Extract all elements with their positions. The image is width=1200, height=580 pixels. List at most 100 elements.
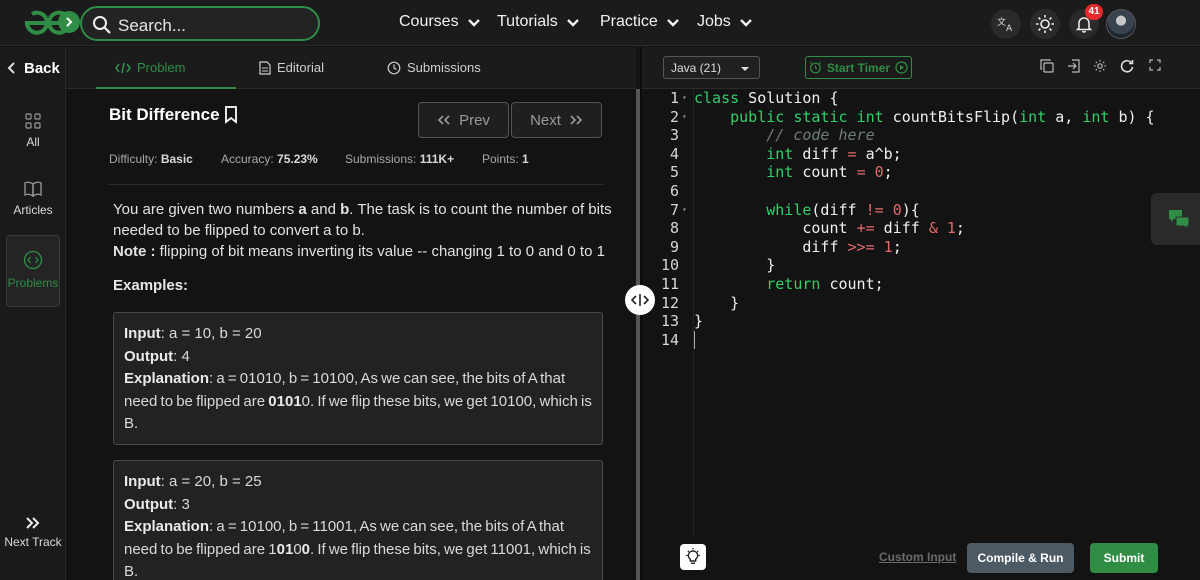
chat-button[interactable] bbox=[1151, 193, 1200, 245]
operator: & bbox=[928, 219, 938, 238]
problem-title: Bit Difference bbox=[109, 105, 238, 125]
code-token: countBitsFlip( bbox=[883, 107, 1020, 126]
rail-item-problems-label: Problems bbox=[7, 276, 59, 290]
reset-icon[interactable] bbox=[1120, 59, 1134, 73]
desc-var-a: a bbox=[298, 201, 307, 218]
code-token: a, bbox=[1046, 107, 1083, 126]
hint-button[interactable] bbox=[680, 544, 706, 570]
bookmark-icon[interactable] bbox=[224, 106, 238, 124]
compile-run-button[interactable]: Compile & Run bbox=[967, 543, 1074, 573]
fold-arrow-icon[interactable]: ▾ bbox=[682, 112, 687, 121]
user-avatar[interactable] bbox=[1106, 9, 1136, 39]
language-select[interactable]: Java (21) bbox=[663, 56, 760, 79]
keyword: while bbox=[766, 200, 812, 219]
theme-toggle-button[interactable] bbox=[1030, 9, 1060, 39]
search-box[interactable]: Search... bbox=[80, 6, 320, 41]
grid-icon bbox=[25, 113, 41, 129]
code-editor[interactable]: 1 ▾ class Solution { 2 ▾ public static int … bbox=[642, 89, 1200, 537]
copy-icon[interactable] bbox=[1040, 59, 1054, 73]
chevron-down-icon bbox=[467, 19, 480, 27]
code-text: public static int countBitsFlip(int a, i… bbox=[694, 107, 1154, 126]
rail-item-next-track[interactable]: Next Track bbox=[0, 517, 66, 549]
line-number: 1 bbox=[669, 89, 679, 107]
rail-item-articles[interactable]: Articles bbox=[0, 181, 66, 217]
prev-button[interactable]: Prev bbox=[418, 102, 509, 138]
tab-editorial[interactable]: Editorial bbox=[259, 60, 324, 75]
start-timer-button[interactable]: Start Timer bbox=[805, 56, 912, 79]
divider bbox=[109, 184, 603, 185]
explanation-label: Explanation bbox=[124, 370, 210, 387]
example-output: Output: 4 bbox=[124, 346, 592, 369]
explanation-bold: 0 bbox=[301, 540, 310, 558]
operator: >>= bbox=[847, 237, 875, 256]
example-input: Input: a = 20, b = 25 bbox=[124, 471, 592, 494]
submissions-value: 111K+ bbox=[419, 152, 455, 166]
input-value: : a = 20, b = 25 bbox=[160, 473, 262, 490]
input-label: Input bbox=[124, 325, 161, 342]
difficulty-value: Basic bbox=[160, 152, 193, 166]
nav-practice-label: Practice bbox=[600, 13, 658, 30]
code-token: diff bbox=[793, 144, 848, 163]
code-text: } bbox=[694, 294, 739, 312]
nav-jobs[interactable]: Jobs bbox=[697, 13, 753, 31]
problem-title-text: Bit Difference bbox=[109, 105, 220, 124]
explanation-label: Explanation bbox=[124, 518, 210, 535]
fullscreen-icon[interactable] bbox=[1149, 59, 1161, 71]
code-token: ; bbox=[883, 163, 893, 182]
custom-input-link[interactable]: Custom Input bbox=[879, 550, 956, 564]
translate-button[interactable]: 文A bbox=[991, 9, 1021, 39]
lightbulb-icon bbox=[686, 548, 700, 565]
keyword: int bbox=[856, 107, 884, 126]
code-line: 2 ▾ public static int countBitsFlip(int a… bbox=[642, 108, 1200, 127]
back-arrow-circle[interactable] bbox=[58, 11, 80, 33]
tab-submissions[interactable]: Submissions bbox=[387, 60, 481, 75]
chevron-left-icon bbox=[7, 62, 15, 74]
search-icon bbox=[93, 16, 111, 34]
code-text: return count; bbox=[694, 275, 883, 293]
line-number: 4 bbox=[669, 144, 679, 163]
output-value: : 3 bbox=[173, 495, 190, 513]
code-icon bbox=[23, 250, 43, 270]
line-number: 5 bbox=[669, 163, 679, 182]
keyword: int bbox=[1019, 107, 1047, 126]
example-explanation: Explanation: a = 10100, b = 11001, As we… bbox=[124, 516, 592, 580]
settings-gear-icon[interactable] bbox=[1093, 59, 1107, 73]
line-number: 13 bbox=[660, 312, 679, 331]
output-value: : 4 bbox=[173, 347, 190, 365]
editor-toolbar: Java (21) Start Timer bbox=[642, 47, 1200, 89]
nav-tutorials[interactable]: Tutorials bbox=[497, 13, 580, 31]
keyword: int bbox=[766, 144, 794, 163]
points-label: Points: bbox=[482, 152, 519, 166]
fold-arrow-icon[interactable]: ▾ bbox=[682, 205, 687, 214]
comment: // code here bbox=[766, 126, 875, 145]
rail-item-all[interactable]: All bbox=[0, 113, 66, 149]
caret-down-icon bbox=[741, 67, 749, 71]
next-button[interactable]: Next bbox=[511, 102, 602, 138]
code-token: count bbox=[793, 163, 857, 182]
nav-practice[interactable]: Practice bbox=[600, 13, 680, 31]
nav-jobs-label: Jobs bbox=[697, 13, 731, 30]
code-line: 11 return count; bbox=[642, 275, 1200, 294]
code-text: int diff = a^b; bbox=[694, 144, 902, 163]
import-icon[interactable] bbox=[1067, 59, 1081, 73]
submit-button[interactable]: Submit bbox=[1090, 543, 1158, 573]
nav-courses[interactable]: Courses bbox=[399, 13, 481, 31]
desc-text: and bbox=[306, 201, 341, 218]
code-line: 1 ▾ class Solution { bbox=[642, 89, 1200, 108]
start-timer-label: Start Timer bbox=[826, 60, 891, 75]
fold-arrow-icon[interactable]: ▾ bbox=[682, 93, 687, 102]
code-text: } bbox=[694, 312, 703, 330]
code-line: 10 } bbox=[642, 256, 1200, 275]
back-button[interactable]: Back bbox=[0, 47, 66, 89]
code-token: } bbox=[730, 293, 740, 312]
splitter-handle[interactable] bbox=[625, 285, 655, 315]
number-literal: 0 bbox=[874, 163, 884, 182]
code-text: count += diff & 1; bbox=[694, 219, 965, 237]
rail-item-problems[interactable]: Problems bbox=[6, 235, 60, 307]
code-token: } bbox=[694, 312, 704, 331]
keyword: return bbox=[766, 275, 821, 293]
code-token: a^b; bbox=[856, 144, 902, 163]
code-text: int count = 0; bbox=[694, 163, 893, 182]
keyword: class bbox=[694, 89, 740, 107]
tab-problem[interactable]: Problem bbox=[115, 60, 185, 75]
